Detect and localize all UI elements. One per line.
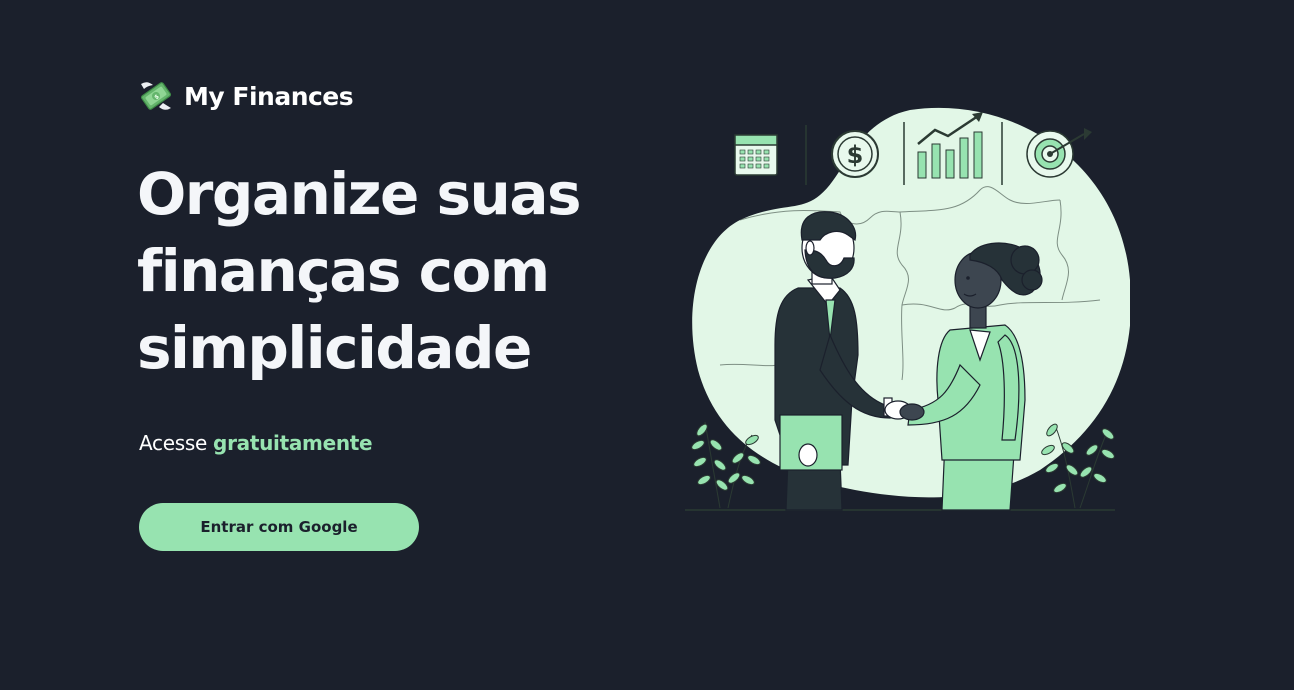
subtitle-highlight: gratuitamente bbox=[213, 431, 373, 455]
headline-line-3: simplicidade bbox=[137, 314, 532, 382]
landing-page: $ My Finances Organize suas finanças com… bbox=[0, 0, 1294, 690]
brand: $ My Finances bbox=[138, 78, 354, 114]
calendar-icon bbox=[734, 134, 778, 176]
headline-line-1: Organize suas bbox=[137, 160, 582, 228]
money-with-wings-icon: $ bbox=[140, 82, 172, 110]
subtitle-prefix: Acesse bbox=[139, 431, 207, 455]
brand-name: My Finances bbox=[184, 81, 354, 111]
dollar-coin-icon: $ bbox=[831, 130, 879, 178]
svg-text:$: $ bbox=[847, 141, 864, 169]
hero-subtitle: Acesse gratuitamente bbox=[139, 431, 373, 455]
headline-line-2: finanças com bbox=[137, 237, 550, 305]
hero-headline: Organize suas finanças com simplicidade bbox=[137, 156, 617, 387]
handshake-illustration: $ bbox=[685, 107, 1130, 511]
google-login-button[interactable]: Entrar com Google bbox=[139, 503, 419, 551]
